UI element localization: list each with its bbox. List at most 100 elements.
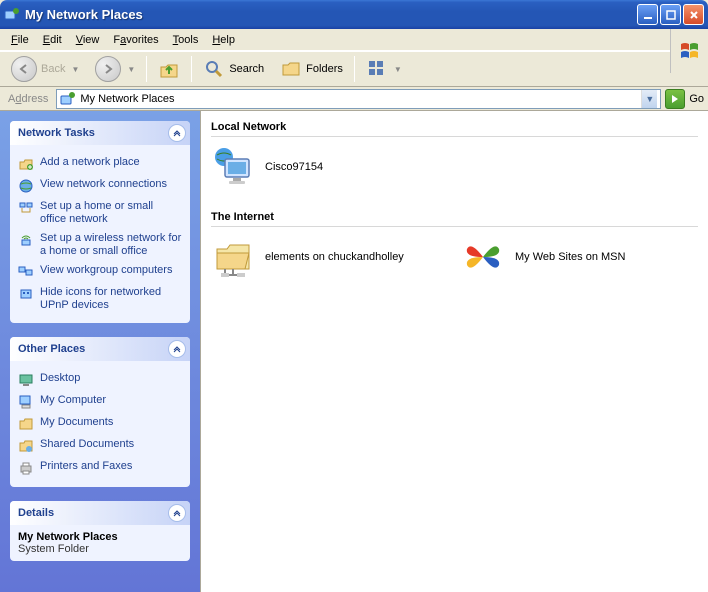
network-places-icon bbox=[60, 91, 76, 107]
up-button[interactable] bbox=[153, 55, 185, 83]
task-label: Add a network place bbox=[40, 156, 140, 169]
task-label: Set up a home or small office network bbox=[40, 200, 182, 226]
task-workgroup[interactable]: View workgroup computers bbox=[18, 261, 182, 283]
menu-view[interactable]: View bbox=[69, 32, 107, 48]
chevron-up-icon bbox=[173, 129, 181, 137]
details-type: System Folder bbox=[10, 543, 190, 561]
address-input[interactable]: My Network Places ▼ bbox=[56, 89, 661, 109]
network-item-cisco[interactable]: Cisco97154 bbox=[211, 145, 421, 189]
documents-icon bbox=[18, 416, 34, 432]
task-add-network-place[interactable]: Add a network place bbox=[18, 153, 182, 175]
main-area: Network Tasks Add a network place View n… bbox=[0, 111, 708, 592]
task-label: View network connections bbox=[40, 178, 167, 191]
item-row: Cisco97154 bbox=[211, 145, 698, 189]
app-icon bbox=[4, 7, 20, 23]
place-label: Desktop bbox=[40, 372, 80, 385]
address-bar: Address My Network Places ▼ Go bbox=[0, 87, 708, 111]
panel-header[interactable]: Network Tasks bbox=[10, 121, 190, 145]
content-pane: Local Network Cisco97154 The Internet bbox=[200, 111, 708, 592]
folders-icon bbox=[280, 58, 302, 80]
forward-icon bbox=[95, 56, 121, 82]
menu-edit[interactable]: Edit bbox=[36, 32, 69, 48]
folders-button[interactable]: Folders bbox=[275, 55, 348, 83]
collapse-button[interactable] bbox=[168, 340, 186, 358]
separator bbox=[191, 56, 192, 82]
place-desktop[interactable]: Desktop bbox=[18, 369, 182, 391]
sidebar: Network Tasks Add a network place View n… bbox=[0, 111, 200, 592]
item-label: Cisco97154 bbox=[265, 161, 323, 173]
computer-monitor-icon bbox=[211, 145, 255, 189]
go-button[interactable] bbox=[665, 89, 685, 109]
separator bbox=[354, 56, 355, 82]
network-setup-icon bbox=[18, 200, 34, 216]
globe-icon bbox=[18, 178, 34, 194]
collapse-button[interactable] bbox=[168, 124, 186, 142]
add-place-icon bbox=[18, 156, 34, 172]
toolbar: Back ▼ ▼ Search Folders ▼ bbox=[0, 51, 708, 87]
menu-favorites[interactable]: Favorites bbox=[106, 32, 165, 48]
task-hide-upnp[interactable]: Hide icons for networked UPnP devices bbox=[18, 283, 182, 315]
chevron-down-icon: ▼ bbox=[394, 65, 402, 74]
group-header-internet: The Internet bbox=[211, 207, 698, 227]
back-button[interactable]: Back ▼ bbox=[6, 53, 84, 85]
task-label: View workgroup computers bbox=[40, 264, 172, 277]
panel-header[interactable]: Details bbox=[10, 501, 190, 525]
item-label: elements on chuckandholley bbox=[265, 251, 404, 263]
minimize-button[interactable] bbox=[637, 4, 658, 25]
wireless-icon bbox=[18, 232, 34, 248]
folders-label: Folders bbox=[306, 63, 343, 75]
panel-body: Desktop My Computer My Documents Shared … bbox=[10, 361, 190, 487]
task-label: Hide icons for networked UPnP devices bbox=[40, 286, 182, 312]
place-label: My Documents bbox=[40, 416, 113, 429]
chevron-up-icon bbox=[173, 509, 181, 517]
chevron-down-icon: ▼ bbox=[127, 65, 135, 74]
details-panel: Details My Network Places System Folder bbox=[10, 501, 190, 561]
upnp-icon bbox=[18, 286, 34, 302]
search-button[interactable]: Search bbox=[198, 55, 269, 83]
msn-butterfly-icon bbox=[461, 235, 505, 279]
search-label: Search bbox=[229, 63, 264, 75]
chevron-down-icon: ▼ bbox=[71, 65, 79, 74]
place-label: Shared Documents bbox=[40, 438, 134, 451]
panel-title: Details bbox=[18, 507, 54, 519]
collapse-button[interactable] bbox=[168, 504, 186, 522]
printer-icon bbox=[18, 460, 34, 476]
workgroup-icon bbox=[18, 264, 34, 280]
place-shared-documents[interactable]: Shared Documents bbox=[18, 435, 182, 457]
shared-folder-icon bbox=[18, 438, 34, 454]
maximize-button[interactable] bbox=[660, 4, 681, 25]
other-places-panel: Other Places Desktop My Computer My Docu… bbox=[10, 337, 190, 487]
separator bbox=[146, 56, 147, 82]
close-button[interactable] bbox=[683, 4, 704, 25]
network-tasks-panel: Network Tasks Add a network place View n… bbox=[10, 121, 190, 323]
window-title: My Network Places bbox=[25, 7, 637, 22]
network-folder-icon bbox=[211, 235, 255, 279]
menu-tools[interactable]: Tools bbox=[166, 32, 206, 48]
panel-header[interactable]: Other Places bbox=[10, 337, 190, 361]
views-icon bbox=[366, 58, 388, 80]
panel-title: Network Tasks bbox=[18, 127, 95, 139]
network-item-msn[interactable]: My Web Sites on MSN bbox=[461, 235, 671, 279]
task-view-connections[interactable]: View network connections bbox=[18, 175, 182, 197]
group-header-local: Local Network bbox=[211, 117, 698, 137]
go-arrow-icon bbox=[669, 93, 681, 105]
folder-up-icon bbox=[158, 58, 180, 80]
forward-button[interactable]: ▼ bbox=[90, 53, 140, 85]
window-controls bbox=[637, 4, 704, 25]
task-setup-wireless[interactable]: Set up a wireless network for a home or … bbox=[18, 229, 182, 261]
task-setup-network[interactable]: Set up a home or small office network bbox=[18, 197, 182, 229]
go-label: Go bbox=[689, 93, 704, 105]
computer-icon bbox=[18, 394, 34, 410]
address-value: My Network Places bbox=[80, 93, 174, 105]
place-printers[interactable]: Printers and Faxes bbox=[18, 457, 182, 479]
address-label: Address bbox=[4, 93, 52, 105]
details-name: My Network Places bbox=[10, 525, 190, 543]
menu-help[interactable]: Help bbox=[205, 32, 242, 48]
place-my-computer[interactable]: My Computer bbox=[18, 391, 182, 413]
views-button[interactable]: ▼ bbox=[361, 55, 407, 83]
panel-title: Other Places bbox=[18, 343, 85, 355]
place-my-documents[interactable]: My Documents bbox=[18, 413, 182, 435]
address-dropdown[interactable]: ▼ bbox=[641, 90, 657, 108]
network-item-elements[interactable]: elements on chuckandholley bbox=[211, 235, 421, 279]
menu-file[interactable]: File bbox=[4, 32, 36, 48]
